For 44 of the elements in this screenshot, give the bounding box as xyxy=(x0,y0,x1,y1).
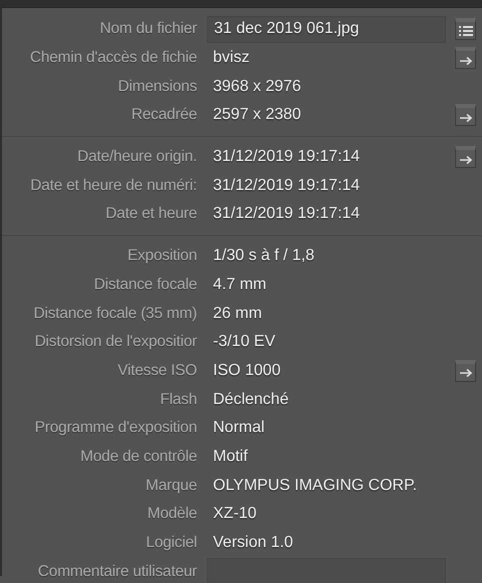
list-button[interactable] xyxy=(455,18,476,40)
list-icon xyxy=(458,24,472,37)
field-label: Vitesse ISO xyxy=(116,362,197,380)
field-label: Modèle xyxy=(146,505,197,524)
field-value: ISO 1000 xyxy=(213,362,282,380)
field-value: bvisz xyxy=(213,49,250,68)
field-label: Marque xyxy=(144,476,197,495)
field-label: Flash xyxy=(159,390,197,409)
field-value: 3968 x 2976 xyxy=(213,78,302,96)
field-label: Nom du fichier xyxy=(98,20,197,38)
arrow-button[interactable] xyxy=(455,47,476,70)
arrow-button[interactable] xyxy=(455,360,476,382)
field-label: Date et heure de numéri: xyxy=(29,176,197,195)
field-label: Distance focale (35 mm) xyxy=(32,304,197,323)
field-label: Date et heure xyxy=(104,205,197,224)
field-label: Mode de contrôle xyxy=(79,448,197,466)
field-label: Exposition xyxy=(126,247,197,266)
field-value: Déclenché xyxy=(213,390,290,409)
field-value: Motif xyxy=(213,448,249,466)
field-value: 31/12/2019 19:17:14 xyxy=(213,176,361,195)
field-label: Programme d'exposition xyxy=(34,419,197,438)
field-value: 31/12/2019 19:17:14 xyxy=(213,205,361,224)
field-label: Chemin d'accès de fichie xyxy=(28,49,197,68)
field-value: 2597 x 2380 xyxy=(213,106,302,124)
arrow-icon xyxy=(458,366,472,378)
field-label: Dimensions xyxy=(117,78,197,96)
field-value: Normal xyxy=(213,419,266,438)
field-value: Version 1.0 xyxy=(213,534,294,552)
field-value: XZ-10 xyxy=(213,505,258,524)
field-value: -3/10 EV xyxy=(213,333,276,352)
field-label: Recadrée xyxy=(130,106,197,124)
field-label: Commentaire utilisateur xyxy=(36,562,197,581)
field-value: OLYMPUS IMAGING CORP. xyxy=(213,476,418,495)
field-label: Distance focale xyxy=(93,276,197,294)
field-label: Distorsion de l'expositior xyxy=(34,333,197,352)
field-value: 26 mm xyxy=(213,304,263,323)
arrow-button[interactable] xyxy=(455,104,476,126)
field-value: 31/12/2019 19:17:14 xyxy=(213,148,361,166)
field-label: Date/heure origin. xyxy=(76,148,197,166)
field-label: Logiciel xyxy=(145,534,197,552)
arrow-button[interactable] xyxy=(455,146,476,168)
field-value: 4.7 mm xyxy=(213,276,268,294)
metadata-field[interactable]: 31 dec 2019 061.jpg xyxy=(207,16,446,43)
field-value: 1/30 s à f / 1,8 xyxy=(213,247,316,266)
